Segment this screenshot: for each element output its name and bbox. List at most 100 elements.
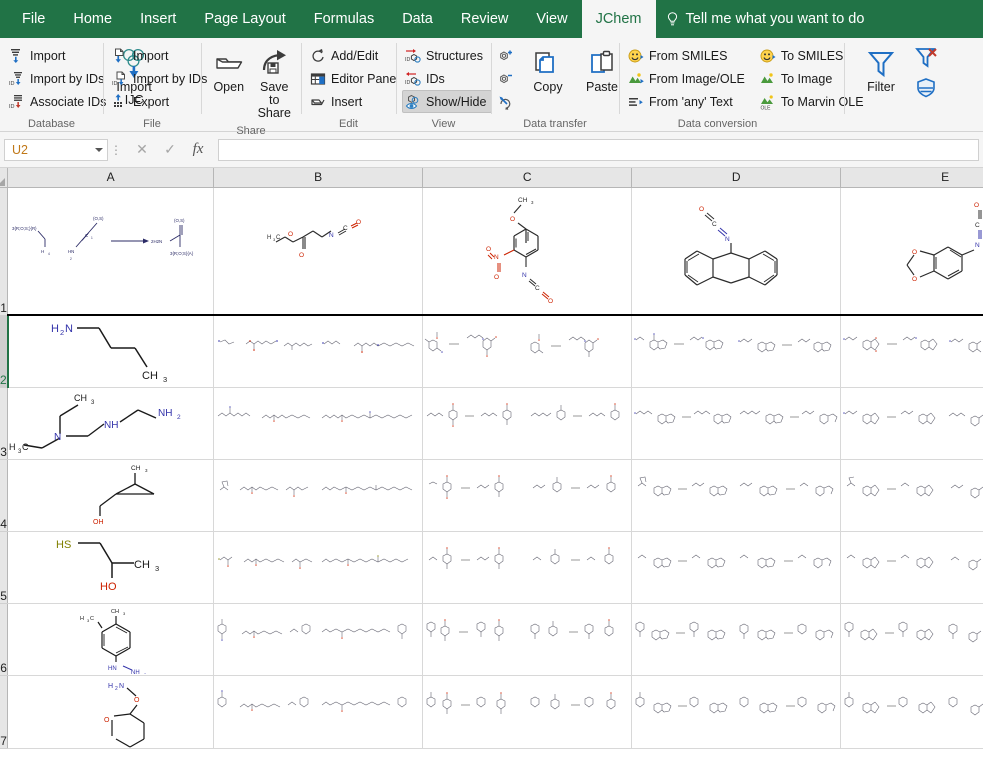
cell-e6[interactable] — [841, 603, 983, 675]
cell-e2[interactable] — [841, 315, 983, 387]
tab-jchem[interactable]: JChem — [582, 0, 656, 38]
copy-button[interactable]: Copy — [522, 44, 574, 97]
cell-b1[interactable]: H 3 C O O N C O — [214, 187, 423, 315]
structure-refresh-button[interactable] — [494, 92, 518, 114]
clear-filter-button[interactable] — [912, 45, 940, 71]
tab-insert[interactable]: Insert — [126, 0, 190, 38]
tab-home[interactable]: Home — [59, 0, 126, 38]
column-header-b[interactable]: B — [214, 168, 423, 187]
db-associate-ids-button[interactable]: ID Associate IDs — [6, 90, 112, 113]
cell-c6[interactable] — [423, 603, 632, 675]
row-header-5[interactable]: 5 — [0, 531, 8, 603]
open-button[interactable]: Open — [207, 44, 251, 97]
fx-icon[interactable]: fx — [184, 139, 212, 161]
show-hide-button[interactable]: Show/Hide — [402, 90, 492, 113]
ribbon-group-edit: Add/Edit Editor Pane I — [301, 38, 396, 132]
column-header-a[interactable]: A — [8, 168, 214, 187]
cancel-icon[interactable]: ✕ — [128, 139, 156, 161]
cell-d4[interactable] — [632, 459, 841, 531]
structure-add-button[interactable] — [494, 46, 518, 68]
cell-a2[interactable]: H 2 N CH 3 — [8, 315, 214, 387]
reaction-thumbnail-group — [632, 392, 840, 454]
cell-e4[interactable] — [841, 459, 983, 531]
filter-settings-button[interactable] — [912, 75, 940, 101]
ids-label: IDs — [426, 72, 445, 86]
reaction-thumbnail-group — [632, 320, 840, 382]
file-export-button[interactable]: Export — [109, 90, 213, 113]
svg-text:ID: ID — [9, 104, 15, 110]
formula-bar-grip[interactable]: ⋮ — [108, 143, 124, 157]
tab-file[interactable]: File — [8, 0, 59, 38]
select-all-corner[interactable] — [0, 168, 8, 187]
save-to-share-button[interactable]: Save to Share — [253, 44, 297, 123]
tab-review[interactable]: Review — [447, 0, 523, 38]
cell-c3[interactable] — [423, 387, 632, 459]
cell-b3[interactable] — [214, 387, 423, 459]
cell-c2[interactable] — [423, 315, 632, 387]
cell-b5[interactable] — [214, 531, 423, 603]
cell-e3[interactable] — [841, 387, 983, 459]
row-header-2[interactable]: 2 — [0, 315, 8, 387]
ribbon-group-data-conversion: From SMILES From Image/OLE — [619, 38, 844, 132]
cell-d7[interactable] — [632, 675, 841, 748]
tab-view[interactable]: View — [522, 0, 581, 38]
cell-e7[interactable] — [841, 675, 983, 748]
name-box[interactable]: U2 — [4, 139, 108, 161]
filter-button[interactable]: Filter — [854, 44, 908, 97]
structure-remove-button[interactable] — [494, 69, 518, 91]
cell-d2[interactable] — [632, 315, 841, 387]
cell-b2[interactable] — [214, 315, 423, 387]
cell-c1[interactable]: CH 3 O — [423, 187, 632, 315]
tab-data[interactable]: Data — [388, 0, 447, 38]
cell-d5[interactable] — [632, 531, 841, 603]
file-import-by-ids-button[interactable]: ID Import by IDs — [109, 67, 213, 90]
cell-e5[interactable] — [841, 531, 983, 603]
cell-e1[interactable]: O C N — [841, 187, 983, 315]
cell-a4[interactable]: CH 3 OH — [8, 459, 214, 531]
ids-button[interactable]: ID IDs — [402, 67, 492, 90]
row-header-4[interactable]: 4 — [0, 459, 8, 531]
column-header-c[interactable]: C — [423, 168, 632, 187]
tab-page-layout[interactable]: Page Layout — [190, 0, 299, 38]
cell-a3[interactable]: CH 3 N H — [8, 387, 214, 459]
structures-button[interactable]: ID Structures — [402, 44, 492, 67]
cell-b7[interactable] — [214, 675, 423, 748]
cell-a5[interactable]: HS CH 3 HO — [8, 531, 214, 603]
cell-b4[interactable] — [214, 459, 423, 531]
tab-formulas[interactable]: Formulas — [300, 0, 388, 38]
editor-pane-button[interactable]: Editor Pane — [307, 67, 402, 90]
cell-c4[interactable] — [423, 459, 632, 531]
cell-d1[interactable]: O C N — [632, 187, 841, 315]
svg-text:O: O — [104, 717, 110, 724]
cell-b6[interactable] — [214, 603, 423, 675]
from-smiles-button[interactable]: From SMILES — [625, 44, 751, 67]
tell-me-box[interactable]: Tell me what you want to do — [656, 0, 875, 38]
row-header-1[interactable]: 1 — [0, 187, 8, 315]
formula-input[interactable] — [218, 139, 979, 161]
confirm-icon[interactable]: ✓ — [156, 139, 184, 161]
row-header-7[interactable]: 7 — [0, 675, 8, 748]
add-edit-button[interactable]: Add/Edit — [307, 44, 402, 67]
ribbon-group-filter: Filter — [844, 38, 983, 132]
cell-a7[interactable]: H 2 N O — [8, 675, 214, 748]
row-header-3[interactable]: 3 — [0, 387, 8, 459]
file-import-button[interactable]: Import — [109, 44, 213, 67]
cell-d6[interactable] — [632, 603, 841, 675]
db-import-by-ids-button[interactable]: ID Import by IDs — [6, 67, 112, 90]
file-import-by-ids-label: Import by IDs — [133, 72, 207, 86]
cell-d3[interactable] — [632, 387, 841, 459]
chevron-down-icon[interactable] — [95, 148, 103, 152]
column-header-d[interactable]: D — [632, 168, 841, 187]
from-any-text-button[interactable]: From 'any' Text — [625, 90, 751, 113]
insert-button[interactable]: Insert — [307, 90, 402, 113]
from-image-ole-button[interactable]: From Image/OLE — [625, 67, 751, 90]
tab-jchem-label: JChem — [596, 11, 642, 27]
cell-c7[interactable] — [423, 675, 632, 748]
cell-a1[interactable]: 3{R;O;S;}{R} H 4 (O,S) C 1 HN — [8, 187, 214, 315]
column-header-e[interactable]: E — [841, 168, 983, 187]
row-header-6[interactable]: 6 — [0, 603, 8, 675]
svg-text:2: 2 — [60, 328, 64, 337]
cell-c5[interactable] — [423, 531, 632, 603]
db-import-button[interactable]: Import — [6, 44, 112, 67]
cell-a6[interactable]: CH 3 H 3 C — [8, 603, 214, 675]
